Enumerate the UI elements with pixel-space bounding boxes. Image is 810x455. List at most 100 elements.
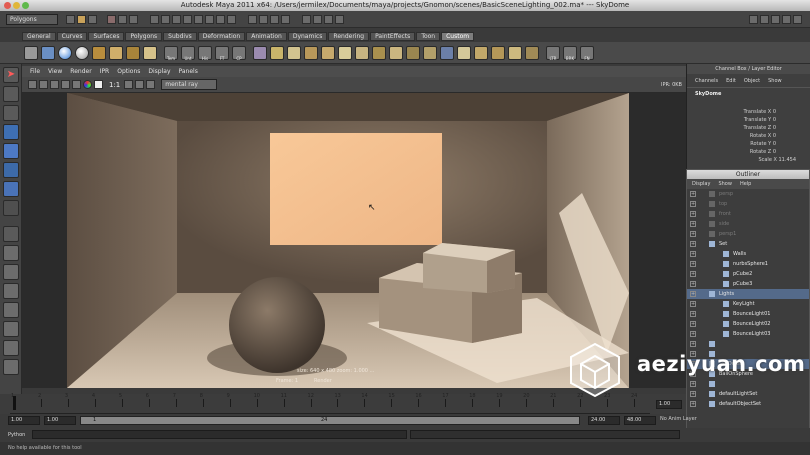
last-tool-icon[interactable] [3, 226, 19, 242]
brk-icon[interactable]: BRK [563, 45, 577, 61]
menu-options[interactable]: Options [117, 68, 140, 75]
expand-toggle-icon[interactable]: + [690, 221, 696, 227]
expand-toggle-icon[interactable]: + [690, 211, 696, 217]
expand-toggle-icon[interactable]: + [690, 231, 696, 237]
menu-file[interactable]: File [30, 68, 40, 75]
sidebar-toggle-1-icon[interactable] [749, 14, 758, 24]
nurbs-sphere-icon[interactable] [75, 45, 89, 60]
outliner-row[interactable]: + persp1 [687, 229, 809, 239]
expand-toggle-icon[interactable]: + [690, 191, 696, 197]
outliner-row[interactable]: + [687, 379, 809, 389]
menu-shelf-icon[interactable] [41, 45, 55, 60]
expand-toggle-icon[interactable]: + [690, 391, 696, 397]
outliner-row[interactable]: + nurbsSphere1 [687, 259, 809, 269]
light-tool-7-icon[interactable] [355, 45, 369, 60]
outliner-row[interactable]: + Walls [687, 249, 809, 259]
save-scene-icon[interactable] [88, 14, 97, 24]
outliner-row[interactable]: + top [687, 199, 809, 209]
menu-panels[interactable]: Panels [179, 68, 198, 75]
expand-toggle-icon[interactable]: + [690, 281, 696, 287]
mask-curves-icon[interactable] [172, 14, 181, 24]
outliner-display-menu[interactable]: Display [692, 181, 710, 187]
select-by-hierarchy-icon[interactable] [107, 14, 116, 24]
attr-rotate-z[interactable]: Rotate Z 0 [750, 149, 776, 155]
outliner-row[interactable]: + [687, 339, 809, 349]
light-tool-11-icon[interactable] [423, 45, 437, 60]
snap-plane-icon[interactable] [281, 14, 290, 24]
light-tool-9-icon[interactable] [389, 45, 403, 60]
sidebar-toggle-4-icon[interactable] [782, 14, 791, 24]
light-tool-2-icon[interactable] [270, 45, 284, 60]
poly-cube-icon[interactable] [92, 45, 106, 60]
new-scene-icon[interactable] [66, 14, 75, 24]
renderer-dropdown[interactable]: mental ray [161, 79, 218, 90]
current-frame-field[interactable]: 1.00 [656, 400, 682, 409]
outliner-row[interactable]: + BounceLight01 [687, 309, 809, 319]
shelf-tab-animation[interactable]: Animation [246, 31, 287, 41]
paint-select-tool-icon[interactable] [3, 105, 19, 121]
poly-plane-icon[interactable] [126, 45, 140, 60]
refresh-icon[interactable] [50, 80, 59, 89]
light-tool-4-icon[interactable] [304, 45, 318, 60]
untemplate-icon[interactable]: Unt [181, 45, 195, 61]
ipr-render-icon[interactable] [324, 14, 333, 24]
remove-image-icon[interactable] [135, 80, 145, 89]
sidebar-toggle-3-icon[interactable] [771, 14, 780, 24]
poly-sphere-icon[interactable] [58, 45, 72, 60]
shelf-tab-painteffects[interactable]: PaintEffects [370, 31, 416, 41]
sidebar-toggle-2-icon[interactable] [760, 14, 769, 24]
freeze-transform-icon[interactable]: FT [215, 45, 229, 61]
outliner-row[interactable]: + defaultObjectSet [687, 399, 809, 409]
keep-image-icon[interactable] [124, 80, 134, 89]
delete-history-icon[interactable]: His [198, 45, 212, 61]
light-tool-16-icon[interactable] [508, 45, 522, 60]
scale-tool-icon[interactable] [3, 162, 19, 178]
playback-start-field[interactable]: 1.00 [44, 416, 76, 425]
display-image-icon[interactable] [146, 80, 156, 89]
four-pane-layout-icon[interactable] [3, 264, 19, 280]
move-tool-icon[interactable] [3, 124, 19, 140]
light-tool-17-icon[interactable] [525, 45, 539, 60]
mask-deformations-icon[interactable] [194, 14, 203, 24]
light-tool-6-icon[interactable] [338, 45, 352, 60]
outliner-row[interactable]: + BounceLight03 [687, 329, 809, 339]
menu-ipr[interactable]: IPR [100, 68, 110, 75]
expand-toggle-icon[interactable]: + [690, 201, 696, 207]
expand-toggle-icon[interactable]: + [690, 311, 696, 317]
light-tool-15-icon[interactable] [491, 45, 505, 60]
menu-render[interactable]: Render [70, 68, 91, 75]
select-by-object-icon[interactable] [118, 14, 127, 24]
expand-toggle-icon[interactable]: + [690, 251, 696, 257]
history-icon[interactable] [302, 14, 311, 24]
outliner-row[interactable]: + BounceLight02 [687, 319, 809, 329]
manipulator-tool-icon[interactable] [3, 181, 19, 197]
light-tool-8-icon[interactable] [372, 45, 386, 60]
shelf-tab-rendering[interactable]: Rendering [328, 31, 370, 41]
mask-surfaces-icon[interactable] [183, 14, 192, 24]
light-tool-14-icon[interactable] [474, 45, 488, 60]
light-tool-5-icon[interactable] [321, 45, 335, 60]
shelf-tab-dynamics[interactable]: Dynamics [287, 31, 328, 41]
sidebar-toggle-5-icon[interactable] [793, 14, 802, 24]
menu-view[interactable]: View [48, 68, 62, 75]
start-time-field[interactable]: 1.00 [8, 416, 40, 425]
expand-toggle-icon[interactable]: + [690, 341, 696, 347]
shelf-tab-subdivs[interactable]: Subdivs [163, 31, 197, 41]
shelf-tab-deformation[interactable]: Deformation [197, 31, 246, 41]
command-input[interactable] [32, 430, 407, 439]
expand-toggle-icon[interactable]: + [690, 401, 696, 407]
snap-curve-icon[interactable] [259, 14, 268, 24]
render-frame-icon[interactable] [313, 14, 322, 24]
shelf-tab-general[interactable]: General [22, 31, 56, 41]
single-pane-layout-icon[interactable] [3, 245, 19, 261]
snap-point-icon[interactable] [270, 14, 279, 24]
shelf-tab-surfaces[interactable]: Surfaces [88, 31, 125, 41]
channels-menu[interactable]: Channels [695, 78, 718, 84]
outliner-row[interactable]: + Set [687, 239, 809, 249]
expand-toggle-icon[interactable]: + [690, 331, 696, 337]
attr-rotate-y[interactable]: Rotate Y 0 [750, 141, 776, 147]
expand-toggle-icon[interactable]: + [690, 301, 696, 307]
attr-rotate-x[interactable]: Rotate X 0 [750, 133, 776, 139]
light-tool-1-icon[interactable] [253, 45, 267, 60]
attr-translate-z[interactable]: Translate Z 0 [744, 125, 777, 131]
